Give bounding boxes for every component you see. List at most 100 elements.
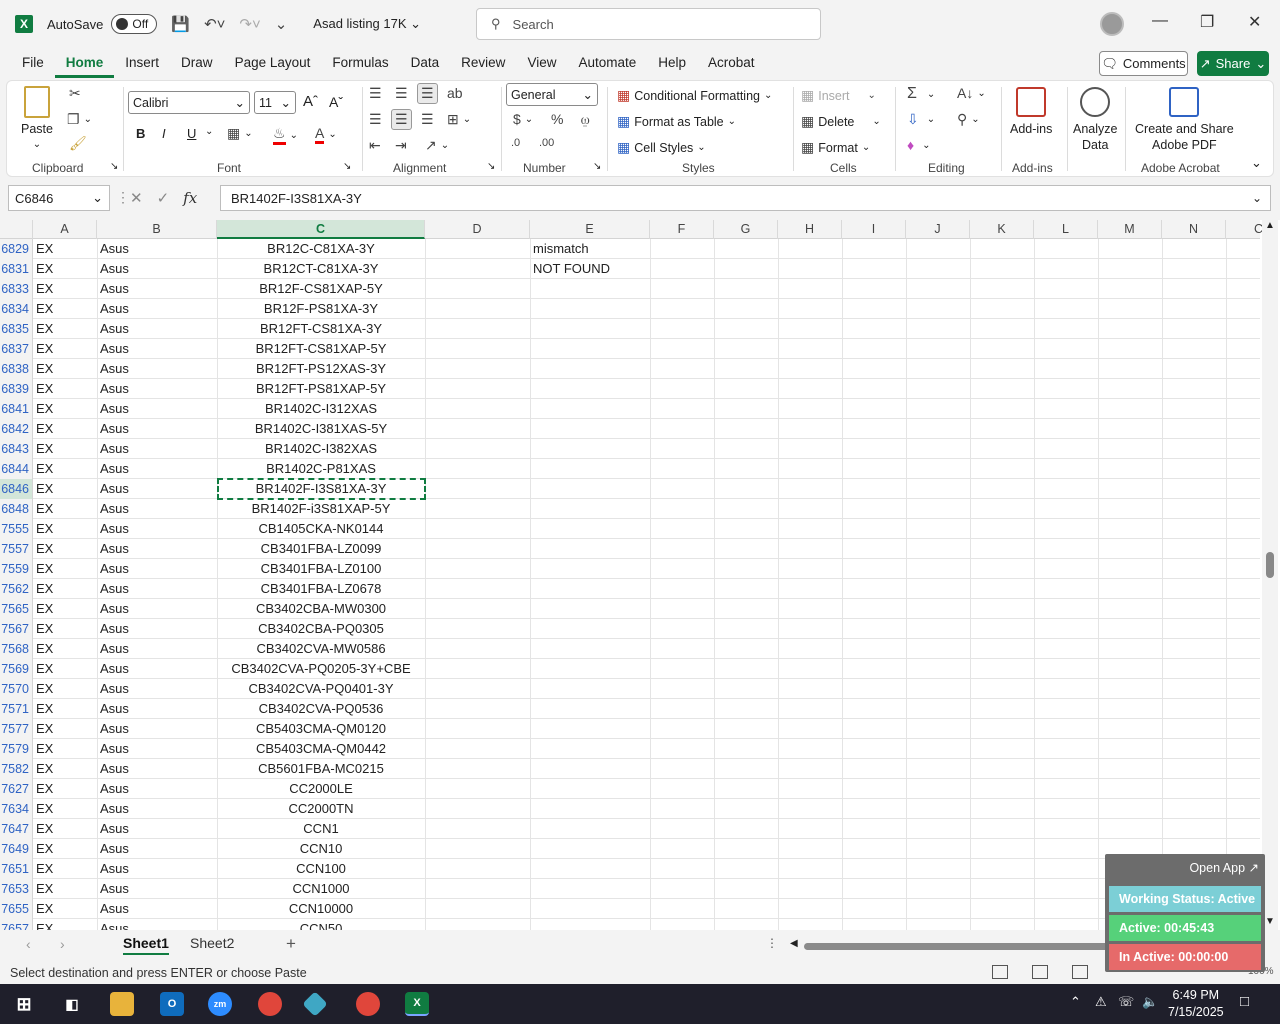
cell-c[interactable]: CB5403CMA-QM0442 [217, 739, 425, 759]
cell-a[interactable]: EX [33, 559, 97, 579]
column-header-n[interactable]: N [1162, 220, 1226, 239]
row-header[interactable]: 6829 [0, 239, 33, 259]
cell-a[interactable]: EX [33, 899, 97, 919]
cell-b[interactable]: Asus [97, 679, 217, 699]
cell-e[interactable] [530, 899, 650, 919]
cell-e[interactable] [530, 419, 650, 439]
normal-view-icon[interactable] [992, 965, 1008, 979]
excel-taskbar-icon[interactable]: X [405, 992, 429, 1016]
cell-e[interactable]: NOT FOUND [530, 259, 650, 279]
app-diamond-icon[interactable] [302, 991, 328, 1017]
cell-b[interactable]: Asus [97, 839, 217, 859]
cell-e[interactable] [530, 299, 650, 319]
select-all-corner[interactable] [0, 220, 33, 239]
user-avatar[interactable] [1100, 12, 1124, 36]
align-left-icon[interactable]: ☰ [369, 111, 382, 128]
sheet-tab-sheet1[interactable]: Sheet1 [123, 935, 169, 955]
insert-function-icon[interactable]: fx [183, 189, 197, 207]
column-header-e[interactable]: E [530, 220, 650, 239]
cell-b[interactable]: Asus [97, 359, 217, 379]
cell-a[interactable]: EX [33, 599, 97, 619]
system-clock[interactable]: 6:49 PM 7/15/2025 [1168, 987, 1224, 1021]
zoom-app-icon[interactable]: zm [208, 992, 232, 1016]
cell-c[interactable]: BR12FT-PS12XAS-3Y [217, 359, 425, 379]
tab-draw[interactable]: Draw [170, 50, 224, 78]
cell-b[interactable]: Asus [97, 899, 217, 919]
cell-c[interactable]: CCN10 [217, 839, 425, 859]
row-header[interactable]: 7655 [0, 899, 33, 919]
cell-c[interactable]: BR12FT-CS81XA-3Y [217, 319, 425, 339]
wrap-text-icon[interactable]: ab [447, 85, 463, 101]
cell-c[interactable]: CCN1000 [217, 879, 425, 899]
insert-cells-button[interactable]: ▦ Insert ⌄ [801, 87, 876, 104]
cell-b[interactable]: Asus [97, 859, 217, 879]
row-header[interactable]: 7582 [0, 759, 33, 779]
collapse-ribbon-icon[interactable]: ⌄ [1251, 155, 1262, 171]
cell-a[interactable]: EX [33, 339, 97, 359]
cell-e[interactable] [530, 459, 650, 479]
cell-a[interactable]: EX [33, 359, 97, 379]
cell-b[interactable]: Asus [97, 579, 217, 599]
scroll-left-icon[interactable]: ◀ [790, 938, 798, 949]
save-icon[interactable]: 💾 [171, 15, 190, 33]
cell-a[interactable]: EX [33, 379, 97, 399]
column-header-j[interactable]: J [906, 220, 970, 239]
cell-a[interactable]: EX [33, 859, 97, 879]
enter-icon[interactable]: ✓ [157, 189, 170, 207]
cell-a[interactable]: EX [33, 659, 97, 679]
tab-automate[interactable]: Automate [567, 50, 647, 78]
cell-a[interactable]: EX [33, 419, 97, 439]
row-header[interactable]: 7559 [0, 559, 33, 579]
cell-e[interactable] [530, 599, 650, 619]
tab-insert[interactable]: Insert [114, 50, 170, 78]
file-explorer-icon[interactable] [110, 992, 134, 1016]
cell-a[interactable]: EX [33, 639, 97, 659]
column-header-b[interactable]: B [97, 220, 217, 239]
cell-a[interactable]: EX [33, 839, 97, 859]
cell-c[interactable]: BR1402C-I312XAS [217, 399, 425, 419]
cell-c[interactable]: CC2000TN [217, 799, 425, 819]
cell-a[interactable]: EX [33, 719, 97, 739]
cell-a[interactable]: EX [33, 239, 97, 259]
cell-e[interactable] [530, 659, 650, 679]
row-header[interactable]: 7567 [0, 619, 33, 639]
task-view-icon[interactable]: ◧ [60, 992, 84, 1016]
redo-icon[interactable]: ↷˅ [239, 15, 260, 33]
row-header[interactable]: 6844 [0, 459, 33, 479]
font-launcher-icon[interactable]: ↘ [343, 161, 351, 172]
cell-e[interactable] [530, 699, 650, 719]
cell-a[interactable]: EX [33, 399, 97, 419]
paste-button[interactable]: Paste ⌄ [21, 86, 53, 153]
cell-c[interactable]: BR12F-PS81XA-3Y [217, 299, 425, 319]
cell-b[interactable]: Asus [97, 919, 217, 930]
column-header-h[interactable]: H [778, 220, 842, 239]
cell-e[interactable] [530, 639, 650, 659]
column-header-l[interactable]: L [1034, 220, 1098, 239]
cell-a[interactable]: EX [33, 739, 97, 759]
search-box[interactable]: ⚲ Search [476, 8, 821, 40]
volume-icon[interactable]: 🔈 [1142, 994, 1158, 1010]
cut-icon[interactable]: ✂ [69, 85, 81, 102]
outlook-icon[interactable]: O [160, 992, 184, 1016]
cell-b[interactable]: Asus [97, 659, 217, 679]
tab-help[interactable]: Help [647, 50, 697, 78]
cell-a[interactable]: EX [33, 759, 97, 779]
cell-b[interactable]: Asus [97, 479, 217, 499]
customize-quick-access-icon[interactable]: ⌄ [275, 15, 288, 33]
column-header-f[interactable]: F [650, 220, 714, 239]
close-icon[interactable]: ✕ [1248, 12, 1261, 32]
cell-b[interactable]: Asus [97, 819, 217, 839]
row-header[interactable]: 7653 [0, 879, 33, 899]
cell-b[interactable]: Asus [97, 379, 217, 399]
cell-b[interactable]: Asus [97, 419, 217, 439]
vertical-scroll-thumb[interactable] [1266, 552, 1274, 578]
column-header-c[interactable]: C [217, 220, 425, 239]
row-header[interactable]: 7634 [0, 799, 33, 819]
chrome-icon[interactable] [258, 992, 282, 1016]
cell-e[interactable] [530, 499, 650, 519]
cell-b[interactable]: Asus [97, 639, 217, 659]
cell-c[interactable]: BR1402F-i3S81XAP-5Y [217, 499, 425, 519]
cell-b[interactable]: Asus [97, 499, 217, 519]
cell-a[interactable]: EX [33, 319, 97, 339]
font-size-select[interactable]: 11 ⌄ [254, 91, 296, 114]
